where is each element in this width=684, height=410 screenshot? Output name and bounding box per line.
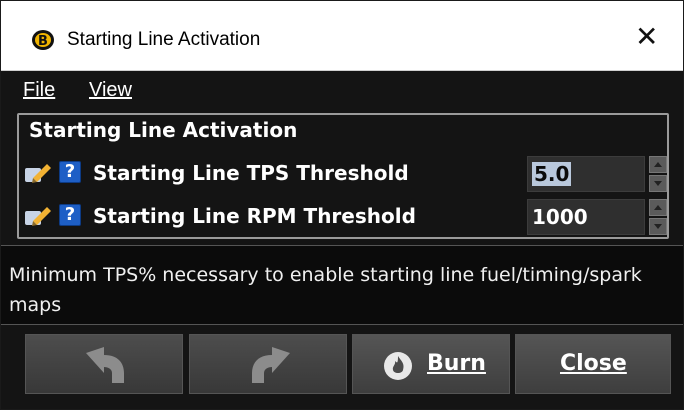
description-text: Minimum TPS% necessary to enable startin… bbox=[9, 264, 642, 316]
setting-label: Starting Line RPM Threshold bbox=[93, 204, 416, 228]
close-window-button[interactable]: ✕ bbox=[635, 23, 658, 51]
menu-view[interactable]: View bbox=[89, 79, 132, 102]
menu-file-label: File bbox=[23, 79, 56, 101]
menu-file[interactable]: File bbox=[23, 79, 55, 102]
close-button-label: Close bbox=[560, 351, 627, 376]
rpm-threshold-field[interactable]: 1000 bbox=[527, 199, 645, 235]
group-title: Starting Line Activation bbox=[29, 118, 302, 142]
field-value: 1000 bbox=[532, 205, 588, 229]
field-value: 5.0 bbox=[532, 162, 572, 186]
rpm-spinner[interactable] bbox=[649, 199, 667, 235]
close-button[interactable]: Close bbox=[515, 334, 671, 394]
description-panel: Minimum TPS% necessary to enable startin… bbox=[1, 245, 683, 325]
spin-down-icon[interactable] bbox=[649, 218, 667, 235]
spin-up-icon[interactable] bbox=[649, 199, 667, 216]
setting-label: Starting Line TPS Threshold bbox=[93, 161, 409, 185]
tps-spinner[interactable] bbox=[649, 156, 667, 192]
tps-threshold-field[interactable]: 5.0 bbox=[527, 156, 645, 192]
burn-button[interactable]: Burn bbox=[352, 334, 510, 394]
spin-down-icon[interactable] bbox=[649, 175, 667, 192]
title-bar: B Starting Line Activation ✕ bbox=[1, 1, 683, 71]
redo-button[interactable] bbox=[189, 334, 347, 394]
pen-icon[interactable] bbox=[23, 160, 53, 186]
dialog-window: B Starting Line Activation ✕ File View S… bbox=[0, 0, 684, 410]
redo-icon bbox=[252, 347, 290, 383]
menu-view-label: View bbox=[89, 79, 132, 101]
menu-bar: File View bbox=[1, 71, 683, 109]
undo-button[interactable] bbox=[25, 334, 183, 394]
app-logo-icon: B bbox=[32, 30, 54, 50]
flame-icon bbox=[384, 352, 412, 380]
pen-icon[interactable] bbox=[23, 203, 53, 229]
undo-icon bbox=[86, 347, 124, 383]
svg-text:B: B bbox=[38, 34, 48, 49]
spin-up-icon[interactable] bbox=[649, 156, 667, 173]
help-icon[interactable]: ? bbox=[59, 161, 81, 183]
setting-row-tps: ? Starting Line TPS Threshold 5.0 bbox=[23, 156, 669, 192]
burn-button-label: Burn bbox=[427, 351, 486, 376]
window-title: Starting Line Activation bbox=[67, 29, 261, 50]
help-icon[interactable]: ? bbox=[59, 204, 81, 226]
setting-row-rpm: ? Starting Line RPM Threshold 1000 bbox=[23, 199, 669, 235]
